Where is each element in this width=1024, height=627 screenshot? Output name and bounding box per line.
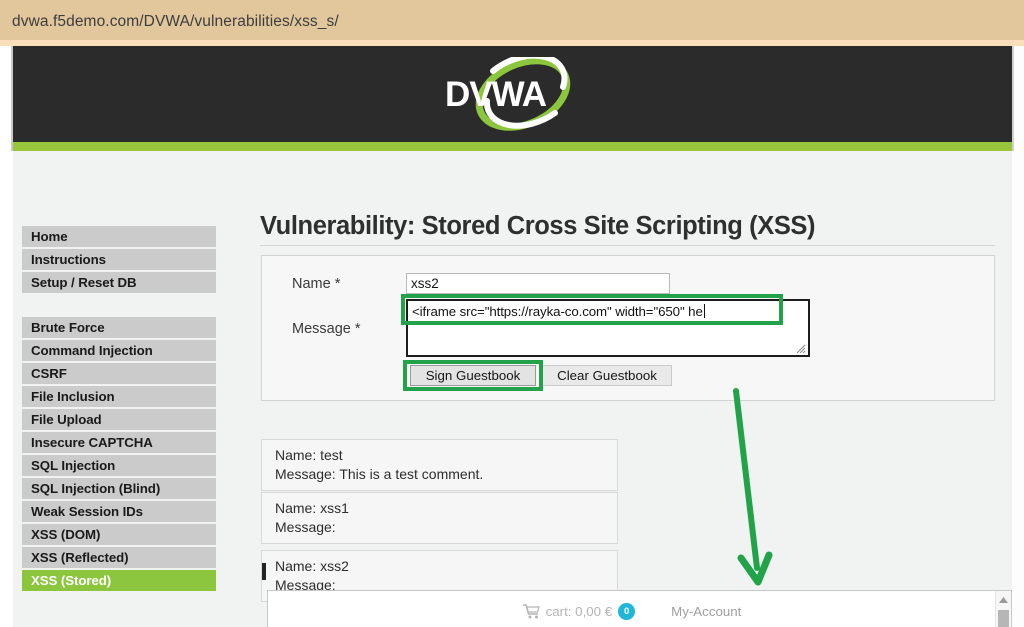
entry-message: Message: xyxy=(275,519,336,535)
guestbook-entry: Name: test Message: This is a test comme… xyxy=(261,439,618,491)
sidebar-item-label: Brute Force xyxy=(31,320,105,335)
sidebar-item-label: Insecure CAPTCHA xyxy=(31,435,153,450)
sidebar-item-csrf[interactable]: CSRF xyxy=(22,363,216,386)
dvwa-logo: DVWA xyxy=(445,57,570,131)
textarea-resize-handle[interactable] xyxy=(794,341,806,353)
sidebar-item-sql-injection[interactable]: SQL Injection xyxy=(22,455,216,478)
sidebar-item-command-injection[interactable]: Command Injection xyxy=(22,340,216,363)
svg-text:DVWA: DVWA xyxy=(445,75,547,114)
sidebar-item-label: XSS (DOM) xyxy=(31,527,101,542)
clear-guestbook-button[interactable]: Clear Guestbook xyxy=(542,365,672,386)
name-input[interactable]: xss2 xyxy=(406,273,670,294)
sidebar-group-separator xyxy=(22,295,216,317)
entry-name: Name: test xyxy=(275,447,343,463)
name-label: Name * xyxy=(292,276,341,292)
message-label: Message * xyxy=(292,321,361,337)
sidebar-item-sql-injection-blind[interactable]: SQL Injection (Blind) xyxy=(22,478,216,501)
sidebar-item-xss-stored[interactable]: XSS (Stored) xyxy=(22,570,216,593)
sidebar-item-label: Command Injection xyxy=(31,343,153,358)
page-frame: DVWA Home Instructions Setup / Reset DB … xyxy=(0,46,1024,627)
cart-group[interactable]: cart: 0,00 € 0 xyxy=(522,603,636,620)
entry-cursor-marker xyxy=(262,563,266,580)
iframe-scrollbar[interactable] xyxy=(995,591,1011,627)
screenshot-root: dvwa.f5demo.com/DVWA/vulnerabilities/xss… xyxy=(0,0,1024,627)
entry-message: Message: This is a test comment. xyxy=(275,466,484,482)
message-text: <iframe src="https://rayka-co.com" width… xyxy=(412,304,705,319)
sidebar-item-label: XSS (Reflected) xyxy=(31,550,129,565)
url-text: dvwa.f5demo.com/DVWA/vulnerabilities/xss… xyxy=(12,13,339,30)
sidebar-item-xss-reflected[interactable]: XSS (Reflected) xyxy=(22,547,216,570)
message-textarea[interactable]: <iframe src="https://rayka-co.com" width… xyxy=(406,299,810,357)
sidebar-item-weak-session-ids[interactable]: Weak Session IDs xyxy=(22,501,216,524)
sidebar-nav: Home Instructions Setup / Reset DB Brute… xyxy=(22,226,216,593)
sidebar-item-instructions[interactable]: Instructions xyxy=(22,249,216,272)
sidebar-item-label: XSS (Stored) xyxy=(31,573,112,588)
sign-guestbook-button[interactable]: Sign Guestbook xyxy=(410,365,536,386)
my-account-link[interactable]: My-Account xyxy=(671,604,741,619)
text-caret xyxy=(703,304,705,318)
sidebar-item-label: Home xyxy=(31,229,68,244)
sidebar-item-label: SQL Injection xyxy=(31,458,116,473)
scroll-up-arrow-icon[interactable] xyxy=(996,591,1011,608)
cart-label: cart: 0,00 € xyxy=(545,604,613,619)
entry-name: Name: xss1 xyxy=(275,500,349,516)
cart-icon xyxy=(522,604,540,619)
entry-name: Name: xss2 xyxy=(275,558,349,574)
guestbook-entry: Name: xss1 Message: xyxy=(261,492,618,544)
scrollbar-thumb[interactable] xyxy=(998,610,1009,627)
sidebar-item-label: Weak Session IDs xyxy=(31,504,143,519)
sidebar-item-insecure-captcha[interactable]: Insecure CAPTCHA xyxy=(22,432,216,455)
sidebar-item-label: File Inclusion xyxy=(31,389,115,404)
sidebar-item-label: SQL Injection (Blind) xyxy=(31,481,161,496)
cart-count-badge: 0 xyxy=(618,603,636,620)
sidebar-item-label: File Upload xyxy=(31,412,102,427)
sidebar-item-label: Instructions xyxy=(31,252,106,267)
sidebar-item-xss-dom[interactable]: XSS (DOM) xyxy=(22,524,216,547)
sidebar-item-file-inclusion[interactable]: File Inclusion xyxy=(22,386,216,409)
sidebar-item-label: Setup / Reset DB xyxy=(31,275,137,290)
sidebar-item-file-upload[interactable]: File Upload xyxy=(22,409,216,432)
sidebar-item-label: CSRF xyxy=(31,366,67,381)
message-textarea-wrapper: <iframe src="https://rayka-co.com" width… xyxy=(406,299,810,357)
guestbook-form: Name * xss2 Message * <iframe src="https… xyxy=(261,255,995,401)
header-accent-bar xyxy=(13,142,1012,151)
sidebar-item-brute-force[interactable]: Brute Force xyxy=(22,317,216,340)
browser-url-bar: dvwa.f5demo.com/DVWA/vulnerabilities/xss… xyxy=(0,0,1024,46)
url-field[interactable]: dvwa.f5demo.com/DVWA/vulnerabilities/xss… xyxy=(0,4,1024,40)
embedded-iframe-rayka[interactable]: cart: 0,00 € 0 My-Account xyxy=(267,590,1012,627)
site-header: DVWA xyxy=(13,46,1012,142)
sidebar-item-setup-reset-db[interactable]: Setup / Reset DB xyxy=(22,272,216,295)
title-divider xyxy=(260,245,995,246)
right-gutter-rule xyxy=(1012,46,1014,151)
iframe-top-bar: cart: 0,00 € 0 My-Account xyxy=(268,591,996,627)
sidebar-item-home[interactable]: Home xyxy=(22,226,216,249)
page-title: Vulnerability: Stored Cross Site Scripti… xyxy=(260,212,816,240)
